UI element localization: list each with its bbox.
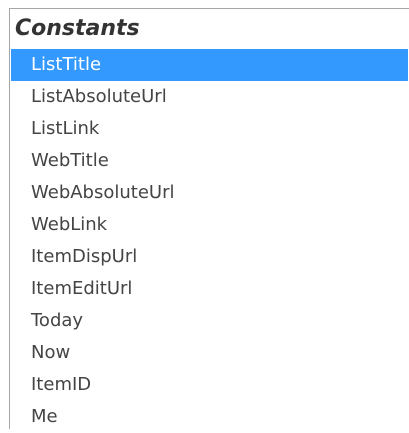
- list-item-item-edit-url[interactable]: ItemEditUrl: [11, 273, 408, 305]
- list-item-web-title[interactable]: WebTitle: [11, 145, 408, 177]
- list-item-list-link[interactable]: ListLink: [11, 113, 408, 145]
- list-item-web-link[interactable]: WebLink: [11, 209, 408, 241]
- list-item-me[interactable]: Me: [11, 401, 408, 433]
- list-item-list-absolute-url[interactable]: ListAbsoluteUrl: [11, 81, 408, 113]
- list-item-web-absolute-url[interactable]: WebAbsoluteUrl: [11, 177, 408, 209]
- constants-list[interactable]: ListTitle ListAbsoluteUrl ListLink WebTi…: [11, 49, 408, 433]
- constants-panel: Constants ListTitle ListAbsoluteUrl List…: [9, 8, 409, 429]
- list-item-today[interactable]: Today: [11, 305, 408, 337]
- panel-title: Constants: [15, 16, 140, 41]
- list-item-list-title[interactable]: ListTitle: [11, 49, 408, 81]
- list-item-item-disp-url[interactable]: ItemDispUrl: [11, 241, 408, 273]
- list-item-now[interactable]: Now: [11, 337, 408, 369]
- list-item-item-id[interactable]: ItemID: [11, 369, 408, 401]
